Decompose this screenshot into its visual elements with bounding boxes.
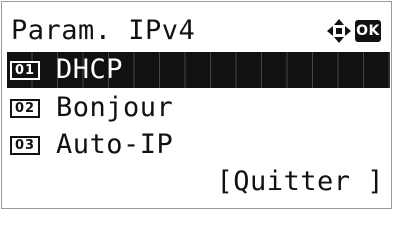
screen-title: Param. IPv4 bbox=[11, 15, 196, 46]
menu-item-dhcp[interactable]: 01 DHCP bbox=[7, 52, 390, 88]
ok-key-icon: OK bbox=[355, 20, 381, 42]
nav-indicator: OK bbox=[325, 16, 385, 46]
quit-softkey[interactable]: [Quitter ] bbox=[216, 166, 384, 198]
menu-item-number: 03 bbox=[10, 136, 40, 155]
menu-item-bonjour[interactable]: 02 Bonjour bbox=[7, 90, 390, 126]
four-way-arrows-icon bbox=[327, 19, 351, 43]
menu-item-number: 01 bbox=[10, 61, 40, 80]
menu-item-number: 02 bbox=[10, 99, 40, 118]
menu-item-label: DHCP bbox=[56, 54, 124, 85]
lcd-screen: Param. IPv4 OK 01 DHCP 02 Bonjour 03 Aut… bbox=[2, 2, 393, 210]
menu-item-auto-ip[interactable]: 03 Auto-IP bbox=[7, 127, 390, 163]
menu-item-label: Auto-IP bbox=[56, 129, 174, 160]
lcd-panel: Param. IPv4 OK 01 DHCP 02 Bonjour 03 Aut… bbox=[1, 1, 392, 209]
menu-item-label: Bonjour bbox=[56, 92, 174, 123]
